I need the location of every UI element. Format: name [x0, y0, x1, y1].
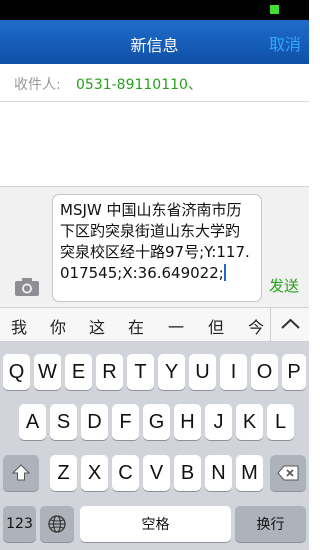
candidate-item[interactable]: 这	[84, 314, 110, 338]
key-z[interactable]: Z	[50, 455, 77, 491]
camera-icon[interactable]	[14, 277, 40, 297]
status-bar	[0, 0, 309, 20]
recipient-row[interactable]: 收件人: 0531-89110110、	[0, 64, 309, 102]
space-key[interactable]: 空格	[80, 506, 231, 542]
send-button[interactable]: 发送	[269, 275, 299, 296]
message-thread	[0, 102, 309, 186]
cancel-button[interactable]: 取消	[269, 31, 301, 55]
key-e[interactable]: E	[65, 354, 92, 390]
chevron-up-icon	[281, 318, 300, 329]
key-u[interactable]: U	[189, 354, 216, 390]
key-v[interactable]: V	[143, 455, 170, 491]
delete-key[interactable]	[270, 455, 306, 491]
key-x[interactable]: X	[81, 455, 108, 491]
delete-icon	[277, 465, 299, 481]
return-key[interactable]: 换行	[235, 506, 306, 542]
text-cursor	[223, 264, 226, 281]
message-input[interactable]: MSJW 中国山东省济南市历下区趵突泉街道山东大学趵突泉校区经十路97号;Y:1…	[52, 194, 262, 302]
shift-key[interactable]	[3, 455, 39, 491]
key-f[interactable]: F	[112, 404, 139, 440]
key-g[interactable]: G	[143, 404, 170, 440]
expand-candidates-button[interactable]	[270, 308, 309, 342]
globe-icon	[48, 515, 66, 533]
candidate-item[interactable]: 但	[203, 314, 229, 338]
key-o[interactable]: O	[251, 354, 278, 390]
numbers-key[interactable]: 123	[3, 506, 36, 542]
nav-bar: 新信息 取消	[0, 20, 309, 64]
candidate-item[interactable]: 一	[163, 314, 189, 338]
key-a[interactable]: A	[19, 404, 46, 440]
candidate-item[interactable]: 你	[45, 314, 71, 338]
compose-bar: MSJW 中国山东省济南市历下区趵突泉街道山东大学趵突泉校区经十路97号;Y:1…	[0, 186, 309, 308]
candidate-bar: 我 你 这 在 一 但 今	[0, 308, 309, 342]
key-r[interactable]: R	[96, 354, 123, 390]
recipient-field[interactable]: 0531-89110110、	[76, 74, 202, 94]
key-y[interactable]: Y	[158, 354, 185, 390]
message-text: MSJW 中国山东省济南市历下区趵突泉街道山东大学趵突泉校区经十路97号;Y:1…	[60, 201, 250, 282]
globe-key[interactable]	[40, 506, 74, 542]
key-k[interactable]: K	[236, 404, 263, 440]
key-q[interactable]: Q	[3, 354, 30, 390]
key-h[interactable]: H	[174, 404, 201, 440]
key-c[interactable]: C	[112, 455, 139, 491]
key-d[interactable]: D	[81, 404, 108, 440]
key-l[interactable]: L	[267, 404, 294, 440]
key-n[interactable]: N	[205, 455, 232, 491]
key-m[interactable]: M	[236, 455, 263, 491]
candidate-item[interactable]: 我	[6, 314, 32, 338]
candidate-item[interactable]: 在	[123, 314, 149, 338]
recipient-label: 收件人:	[14, 77, 61, 93]
key-b[interactable]: B	[174, 455, 201, 491]
candidate-item[interactable]: 今	[243, 314, 269, 338]
key-i[interactable]: I	[220, 354, 247, 390]
page-title: 新信息	[130, 36, 179, 55]
key-p[interactable]: P	[282, 354, 306, 390]
key-t[interactable]: T	[127, 354, 154, 390]
battery-icon	[270, 5, 279, 14]
key-w[interactable]: W	[34, 354, 61, 390]
keyboard: Q W E R T Y U I O P A S D F G H J K L Z …	[0, 342, 309, 550]
key-s[interactable]: S	[50, 404, 77, 440]
shift-icon	[11, 464, 31, 481]
key-j[interactable]: J	[205, 404, 232, 440]
